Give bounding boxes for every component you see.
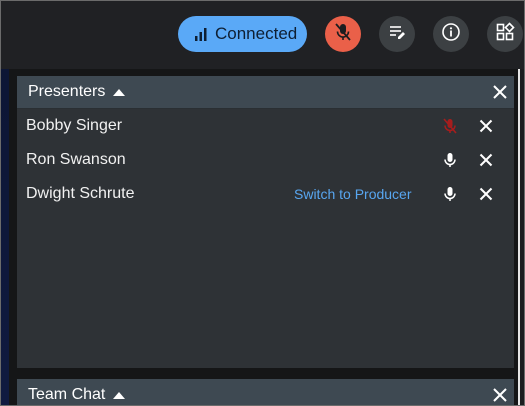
switch-to-producer-link[interactable]: Switch to Producer bbox=[294, 186, 412, 202]
mic-muted-icon[interactable] bbox=[441, 117, 459, 135]
presenter-row: Dwight Schrute Switch to Producer bbox=[17, 178, 514, 210]
presenters-panel-header[interactable]: Presenters bbox=[17, 76, 514, 109]
notes-icon bbox=[387, 22, 407, 47]
info-button[interactable] bbox=[433, 16, 469, 52]
signal-icon bbox=[194, 27, 208, 41]
presenters-panel: Presenters Bobby Singer Ron Swanson Dwig… bbox=[17, 76, 514, 368]
team-chat-panel-header[interactable]: Team Chat bbox=[17, 379, 514, 405]
background-video-edge bbox=[1, 69, 9, 405]
team-chat-panel: Team Chat bbox=[17, 379, 514, 405]
presenters-panel-title: Presenters bbox=[28, 83, 106, 100]
apps-button[interactable] bbox=[487, 16, 523, 52]
remove-presenter-icon[interactable] bbox=[479, 119, 493, 133]
connection-status-button[interactable]: Connected bbox=[178, 16, 307, 52]
presenter-name: Dwight Schrute bbox=[26, 185, 135, 202]
scrollbar[interactable] bbox=[518, 69, 520, 405]
team-chat-panel-title: Team Chat bbox=[28, 386, 106, 403]
mic-icon[interactable] bbox=[441, 151, 459, 169]
presenter-name: Ron Swanson bbox=[26, 151, 126, 168]
close-icon[interactable] bbox=[492, 84, 508, 100]
app-window: Connected Presenters Bobby Singer Ron Sw… bbox=[0, 0, 525, 406]
notes-button[interactable] bbox=[379, 16, 415, 52]
collapse-caret-icon[interactable] bbox=[113, 391, 126, 399]
mic-toggle-button[interactable] bbox=[325, 16, 361, 52]
presenter-row: Ron Swanson bbox=[17, 144, 514, 176]
collapse-caret-icon[interactable] bbox=[113, 88, 126, 96]
connection-status-label: Connected bbox=[215, 24, 298, 43]
presenter-name: Bobby Singer bbox=[26, 117, 123, 134]
top-toolbar: Connected bbox=[1, 1, 524, 69]
info-icon bbox=[441, 22, 461, 47]
presenter-row: Bobby Singer bbox=[17, 110, 514, 142]
mic-icon[interactable] bbox=[441, 185, 459, 203]
remove-presenter-icon[interactable] bbox=[479, 153, 493, 167]
close-icon[interactable] bbox=[492, 387, 508, 403]
side-panel-area: Presenters Bobby Singer Ron Swanson Dwig… bbox=[9, 69, 518, 405]
remove-presenter-icon[interactable] bbox=[479, 187, 493, 201]
mic-off-icon bbox=[333, 22, 353, 47]
apps-icon bbox=[495, 21, 515, 47]
